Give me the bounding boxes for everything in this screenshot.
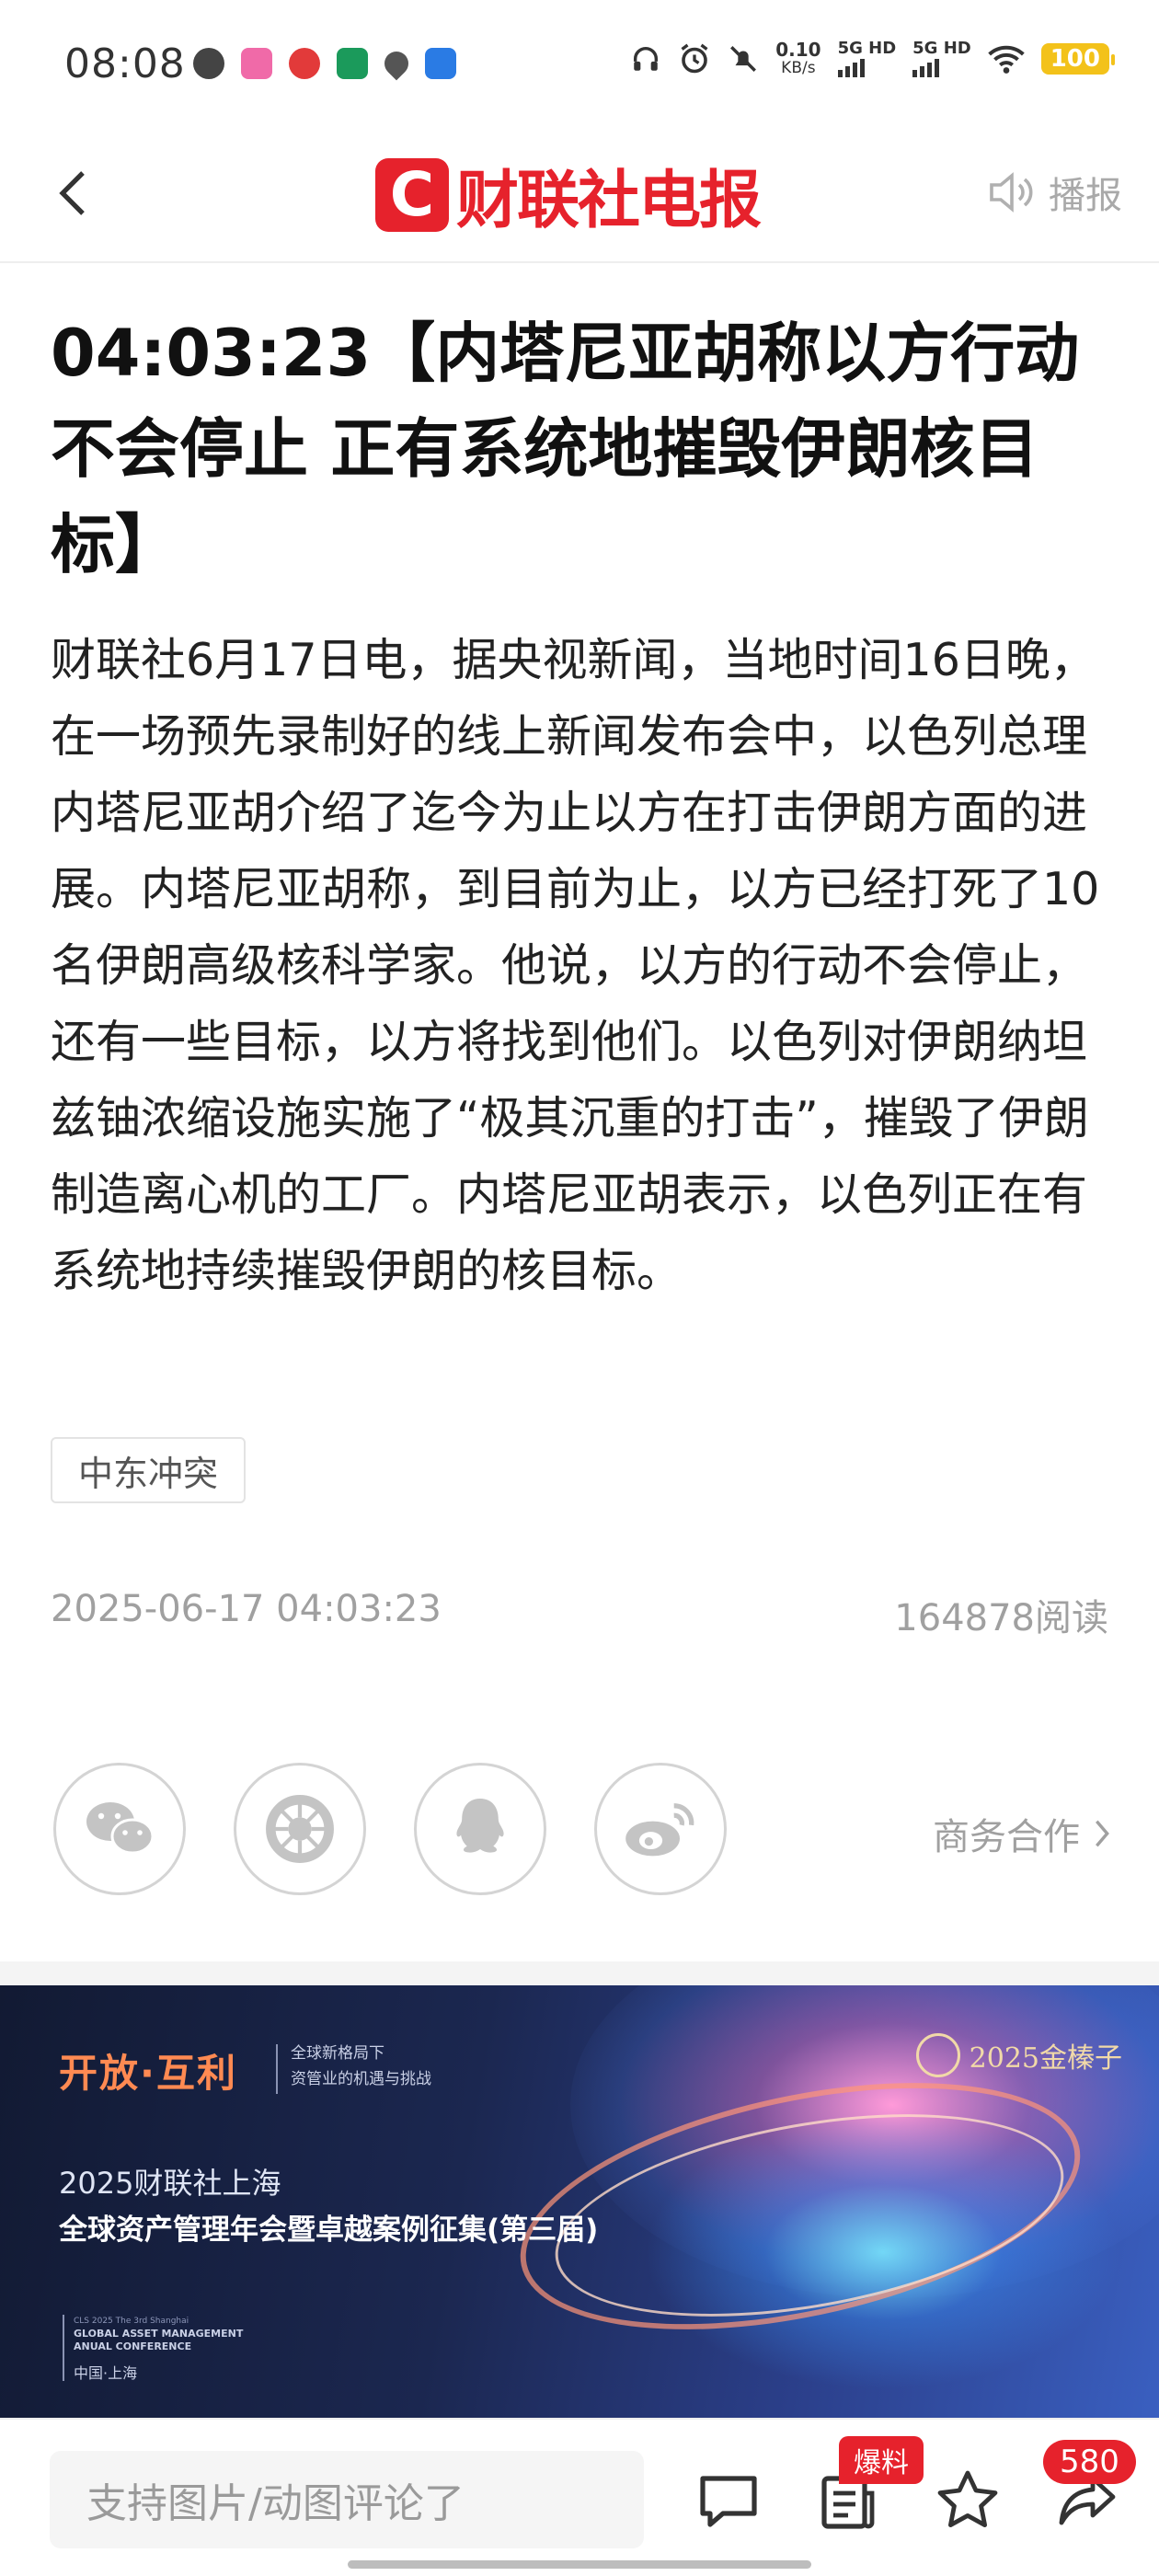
tip-badge: 爆料: [839, 2436, 924, 2484]
logo-mark: C: [375, 157, 449, 232]
read-count: 164878阅读: [894, 1597, 1108, 1639]
share-row: [53, 1763, 727, 1895]
alarm-icon: [681, 43, 708, 74]
home-indicator[interactable]: [348, 2560, 811, 2569]
banner-english: CLS 2025 The 3rd Shanghai GLOBAL ASSET M…: [74, 2317, 244, 2352]
location-notification-icon: [379, 46, 414, 81]
moments-icon: [266, 1795, 334, 1863]
topic-tag[interactable]: 中东冲突: [51, 1437, 247, 1503]
status-right: 0.10 KB/s 5G HD 5G HD 100: [630, 39, 1116, 77]
qq-icon: [456, 1799, 504, 1853]
chevron-right-icon: [1096, 1820, 1109, 1847]
browser-notification-icon: [425, 48, 456, 79]
headphones-icon: [634, 47, 659, 71]
leaf-notification-icon: [337, 48, 368, 79]
status-time: 08:08: [64, 40, 186, 87]
speaker-icon: [990, 172, 1033, 213]
banner-year-line: 2025财联社上海: [59, 2166, 281, 2201]
comment-icon[interactable]: [695, 2467, 762, 2534]
wechat-icon: [86, 1802, 155, 1855]
banner-headline: 全球资产管理年会暨卓越案例征集(第三届): [59, 2214, 599, 2247]
share-wechat-button[interactable]: [53, 1763, 186, 1895]
banner-location: 中国·上海: [74, 2364, 138, 2382]
section-divider: [0, 1961, 1159, 1985]
gift-notification-icon: [289, 48, 320, 79]
article-body: 财联社6月17日电，据央视新闻，当地时间16日晚，在一场预先录制好的线上新闻发布…: [51, 634, 1100, 1297]
weibo-icon: [625, 1803, 694, 1857]
article-title: 04:03:23【内塔尼亚胡称以方行动不会停止 正有系统地摧毁伊朗核目标】: [51, 316, 1080, 582]
banner-brand: 2025金榛子: [915, 2033, 1122, 2077]
share-count-badge: 580: [1043, 2440, 1136, 2484]
business-cooperation-link[interactable]: 商务合作: [933, 1807, 1111, 1860]
share-qq-button[interactable]: [414, 1763, 546, 1895]
app-notification-icon: [241, 48, 272, 79]
app-logo: C 财联社电报: [375, 149, 762, 240]
back-arrow-icon[interactable]: [46, 166, 101, 221]
network-speed: 0.10 KB/s: [775, 39, 821, 77]
banner-en-separator: [63, 2315, 64, 2381]
wechat-notification-icon: [193, 48, 224, 79]
wifi-icon: [988, 45, 1025, 74]
broadcast-button[interactable]: 播报: [988, 166, 1122, 219]
top-nav-bar: C 财联社电报 播报: [0, 129, 1159, 263]
banner-separator: [276, 2044, 278, 2094]
logo-text: 财联社电报: [456, 165, 762, 237]
share-weibo-button[interactable]: [594, 1763, 727, 1895]
article-meta: 2025-06-17 04:03:23 164878阅读: [51, 1588, 1108, 1641]
business-label: 商务合作: [933, 1816, 1080, 1858]
conference-banner-ad[interactable]: 开放·互利 全球新格局下 资管业的机遇与挑战 2025金榛子 2025财联社上海 …: [0, 1985, 1159, 2418]
notification-icons: [193, 46, 456, 81]
status-bar: 08:08 0.10 KB/s 5G HD 5G HD 100: [0, 0, 1159, 129]
share-moments-button[interactable]: [234, 1763, 366, 1895]
brand-seal-icon: [915, 2033, 960, 2077]
mute-bell-icon: [730, 46, 757, 72]
sim2-signal: 5G HD: [912, 40, 971, 77]
sim1-signal: 5G HD: [837, 40, 896, 77]
comment-input[interactable]: 支持图片/动图评论了: [50, 2451, 644, 2548]
brand-name: 2025金榛子: [969, 2042, 1122, 2075]
broadcast-label: 播报: [1049, 175, 1122, 217]
battery-indicator: 100: [1040, 43, 1116, 75]
publish-datetime: 2025-06-17 04:03:23: [51, 1588, 442, 1630]
banner-slogan: 开放·互利: [59, 2051, 237, 2096]
favorite-star-icon[interactable]: [935, 2467, 1001, 2534]
banner-subtitle: 全球新格局下 资管业的机遇与挑战: [291, 2044, 431, 2088]
bottom-action-bar: 支持图片/动图评论了 爆料 580: [0, 2418, 1159, 2576]
